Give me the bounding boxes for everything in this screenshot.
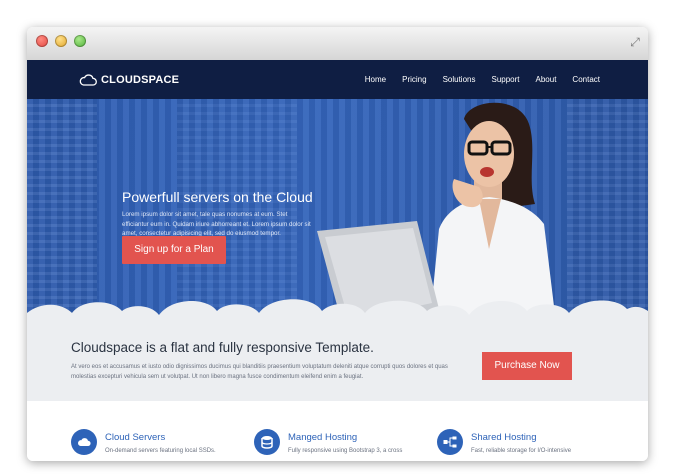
- hero-description: Lorem ipsum dolor sit amet, tale quas no…: [122, 211, 311, 237]
- site-navbar: CLOUDSPACE Home Pricing Solutions Suppor…: [27, 60, 648, 99]
- feature-title: Manged Hosting: [288, 432, 358, 443]
- network-icon: [437, 429, 463, 455]
- cloud-divider: [27, 299, 648, 331]
- signup-plan-button[interactable]: Sign up for a Plan: [122, 236, 226, 264]
- maximize-window-button[interactable]: [74, 35, 86, 47]
- intro-text: At vero eos et accusamus et iusto odio d…: [71, 364, 448, 380]
- fullscreen-icon[interactable]: ⤢: [628, 35, 642, 49]
- feature-title: Shared Hosting: [471, 432, 537, 443]
- close-window-button[interactable]: [36, 35, 48, 47]
- nav-home[interactable]: Home: [365, 75, 386, 84]
- main-menu: Home Pricing Solutions Support About Con…: [349, 60, 600, 99]
- cloud-logo-icon: [79, 74, 97, 86]
- window-titlebar: ⤢: [27, 27, 648, 61]
- feature-text: Fully responsive using Bootstrap 3, a cr…: [288, 448, 403, 454]
- feature-text: Fast, reliable storage for I/O-intensive: [471, 448, 572, 454]
- nav-support[interactable]: Support: [491, 75, 519, 84]
- database-icon: [254, 429, 280, 455]
- nav-about[interactable]: About: [536, 75, 557, 84]
- purchase-now-button[interactable]: Purchase Now: [482, 352, 572, 380]
- hero-banner: Powerfull servers on the Cloud Lorem ips…: [27, 99, 648, 331]
- browser-window: ⤢ CLOUDSPACE Home Pricing Solutions Supp…: [27, 27, 648, 461]
- brand-name: CLOUDSPACE: [101, 74, 180, 86]
- nav-solutions[interactable]: Solutions: [443, 75, 476, 84]
- nav-contact[interactable]: Contact: [572, 75, 600, 84]
- cloud-icon: [71, 429, 97, 455]
- feature-text: On-demand servers featuring local SSDs.: [105, 448, 216, 454]
- minimize-window-button[interactable]: [55, 35, 67, 47]
- nav-pricing[interactable]: Pricing: [402, 75, 426, 84]
- intro-title: Cloudspace is a flat and fully responsiv…: [71, 340, 374, 355]
- hero-title: Powerfull servers on the Cloud: [122, 189, 313, 205]
- intro-section: Cloudspace is a flat and fully responsiv…: [27, 331, 648, 401]
- site-logo[interactable]: CLOUDSPACE: [79, 72, 179, 88]
- features-section: Cloud Servers On-demand servers featurin…: [27, 401, 648, 461]
- feature-title: Cloud Servers: [105, 432, 166, 443]
